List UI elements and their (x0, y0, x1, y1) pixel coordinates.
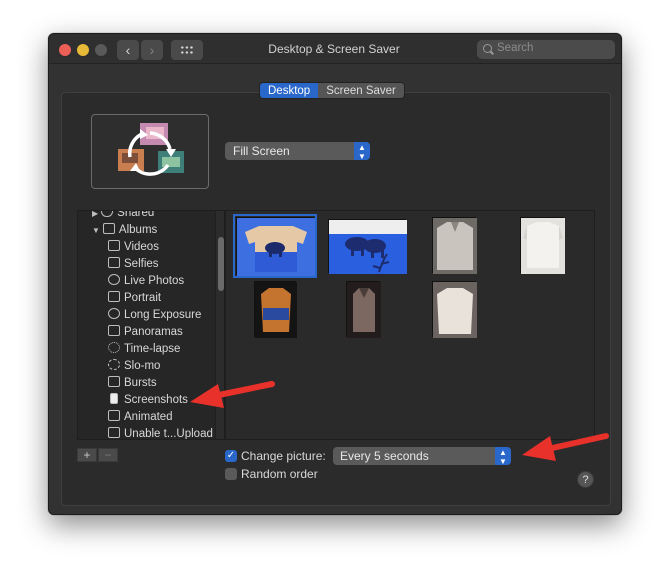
video-icon (108, 240, 120, 251)
sidebar-item-long-exposure[interactable]: Long Exposure (108, 307, 201, 324)
live-photo-icon (108, 274, 120, 285)
forward-button[interactable]: › (141, 40, 163, 60)
unable-upload-icon (108, 427, 120, 438)
sidebar-scrollbar[interactable] (215, 211, 224, 439)
tab-control: Desktop Screen Saver (259, 82, 405, 99)
chevron-up-down-icon: ▲ ▼ (354, 142, 370, 161)
sidebar-item-albums[interactable]: ▼ Albums (92, 222, 157, 239)
timelapse-icon (108, 342, 120, 353)
sidebar-item-label: Selfies (124, 258, 159, 270)
slomo-icon (108, 359, 120, 370)
sidebar-item-label: Live Photos (124, 275, 185, 287)
search-field[interactable]: Search (477, 40, 615, 59)
preferences-window: ‹ › Desktop & Screen Saver Search Deskto… (48, 33, 622, 515)
zoom-window-button[interactable] (95, 44, 107, 56)
sidebar-item-bursts[interactable]: Bursts (108, 375, 157, 392)
source-list: ▶ Shared ▼ Albums Videos Selfies Live Phot… (77, 210, 225, 440)
sidebar-item-label: Bursts (124, 377, 157, 389)
show-all-button[interactable] (171, 40, 203, 60)
dynamic-desktop-icon (118, 123, 184, 176)
photo-grey-sweater[interactable] (432, 217, 477, 274)
back-button[interactable]: ‹ (117, 40, 139, 60)
sidebar-item-selfies[interactable]: Selfies (108, 256, 159, 273)
sidebar-item-label: Panoramas (124, 326, 183, 338)
sidebar-item-label: Time-lapse (124, 343, 181, 355)
photo-blue-sweater-2[interactable] (328, 219, 407, 274)
random-order-checkbox[interactable] (225, 468, 237, 480)
screenshot-icon (110, 393, 118, 404)
tab-desktop[interactable]: Desktop (260, 83, 319, 98)
fill-mode-popup[interactable]: Fill Screen ▲ ▼ (225, 142, 370, 161)
interval-value: Every 5 seconds (340, 449, 429, 463)
cube-icon (108, 291, 120, 302)
panorama-icon (108, 325, 120, 336)
photo-dark-sweater-1[interactable] (254, 281, 297, 338)
help-button[interactable]: ? (577, 471, 594, 488)
grid-icon (180, 45, 194, 55)
fill-mode-value: Fill Screen (233, 144, 290, 158)
photo-image (329, 220, 407, 274)
photo-blue-sweater-1[interactable] (233, 214, 317, 278)
long-exposure-icon (108, 308, 120, 319)
bursts-icon (108, 376, 120, 387)
animated-icon (108, 410, 120, 421)
title-bar: ‹ › Desktop & Screen Saver Search (49, 34, 621, 64)
photo-image (433, 218, 477, 274)
search-placeholder: Search (497, 42, 534, 54)
disclosure-triangle-icon[interactable]: ▶ (92, 211, 98, 218)
change-picture-checkbox[interactable]: ✓ (225, 450, 237, 462)
change-picture-label: Change picture: (241, 449, 326, 463)
sidebar-item-label: Animated (124, 411, 173, 423)
sidebar-item-label: Videos (124, 241, 159, 253)
chevron-up-down-icon: ▲ ▼ (495, 447, 511, 466)
photo-image (433, 282, 477, 338)
sidebar-item-label: Long Exposure (124, 309, 202, 321)
sidebar-item-label: Screenshots (124, 394, 188, 406)
sidebar-item-screenshots[interactable]: Screenshots (108, 392, 188, 409)
sidebar-item-time-lapse[interactable]: Time-lapse (108, 341, 180, 358)
sidebar-item-panoramas[interactable]: Panoramas (108, 324, 183, 341)
add-folder-button[interactable]: + (77, 448, 97, 462)
sidebar-item-live-photos[interactable]: Live Photos (108, 273, 184, 290)
sidebar-item-label: Portrait (124, 292, 162, 304)
photo-image (521, 218, 565, 274)
sidebar-item-shared[interactable]: ▶ Shared (92, 210, 155, 222)
photo-white-sweater[interactable] (520, 217, 565, 274)
desktop-preview (91, 114, 209, 189)
sidebar-item-videos[interactable]: Videos (108, 239, 159, 256)
sidebar-item-unable-to-upload[interactable]: Unable t...Upload (108, 426, 213, 440)
sidebar-item-label: Shared (117, 210, 155, 219)
window-title: Desktop & Screen Saver (268, 42, 400, 56)
random-order-label: Random order (241, 467, 318, 481)
photo-dark-sweater-2[interactable] (346, 281, 381, 338)
camera-icon (108, 257, 120, 268)
photo-image (237, 218, 315, 276)
disclosure-triangle-icon[interactable]: ▼ (92, 226, 100, 235)
tab-screen-saver[interactable]: Screen Saver (318, 83, 404, 98)
sidebar-item-label: Slo-mo (124, 360, 161, 372)
photo-image (255, 282, 297, 338)
photo-grid (225, 210, 595, 440)
photo-cream-sweater[interactable] (432, 281, 477, 338)
photo-image (347, 282, 381, 338)
search-icon (483, 44, 492, 53)
close-window-button[interactable] (59, 44, 71, 56)
interval-popup[interactable]: Every 5 seconds ▲ ▼ (333, 447, 511, 466)
sidebar-item-label: Unable t...Upload (124, 428, 213, 440)
minimize-window-button[interactable] (77, 44, 89, 56)
remove-folder-button[interactable]: − (98, 448, 118, 462)
sidebar-item-animated[interactable]: Animated (108, 409, 173, 426)
sidebar-item-portrait[interactable]: Portrait (108, 290, 161, 307)
cloud-icon (101, 211, 114, 217)
sidebar-item-slo-mo[interactable]: Slo-mo (108, 358, 160, 375)
scrollbar-thumb[interactable] (218, 237, 224, 291)
folder-icon (102, 223, 115, 234)
sidebar-item-label: Albums (118, 224, 158, 236)
